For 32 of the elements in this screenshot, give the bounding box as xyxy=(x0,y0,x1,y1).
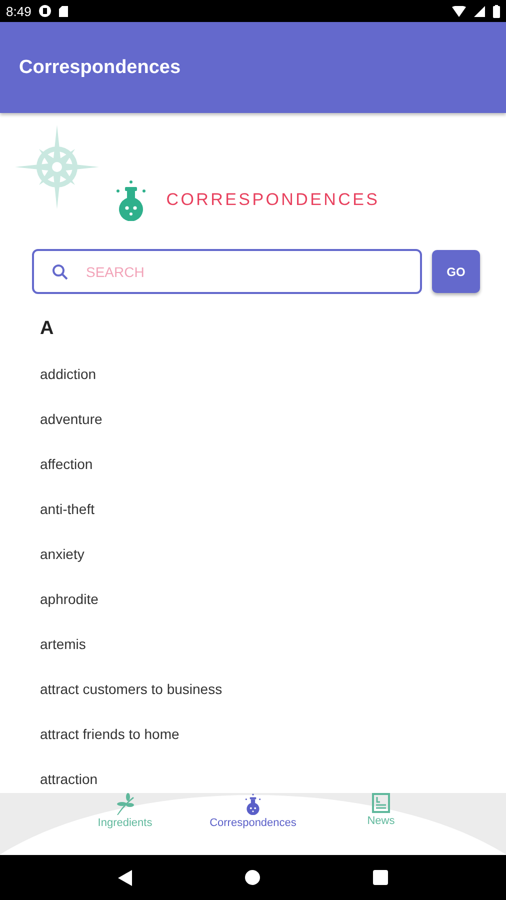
list-item[interactable]: aphrodite xyxy=(40,589,98,609)
list-item[interactable]: affection xyxy=(40,454,93,474)
wifi-icon xyxy=(452,6,466,16)
search-input[interactable]: SEARCH xyxy=(84,262,388,280)
signal-icon xyxy=(474,6,485,16)
sd-card-icon xyxy=(59,6,68,16)
list-item[interactable]: addiction xyxy=(40,364,96,384)
nav-tab[interactable]: Correspondences xyxy=(189,793,317,829)
list-item[interactable]: anxiety xyxy=(40,544,84,564)
compass-icon xyxy=(15,125,99,209)
battery-icon xyxy=(493,4,500,18)
flask-logo-icon xyxy=(114,179,148,221)
search-icon xyxy=(52,264,68,280)
list-item[interactable]: attract customers to business xyxy=(40,679,222,699)
list-item[interactable]: artemis xyxy=(40,634,86,654)
newspaper-icon xyxy=(372,793,390,813)
status-time: 8:49 xyxy=(6,4,32,18)
home-icon[interactable] xyxy=(244,870,260,885)
leaf-icon xyxy=(115,793,135,815)
recents-icon[interactable] xyxy=(372,870,388,885)
flask-icon xyxy=(244,793,262,815)
list-item[interactable]: anti-theft xyxy=(40,499,94,519)
list-item[interactable]: attract friends to home xyxy=(40,724,180,744)
search-bar[interactable]: SEARCH xyxy=(32,249,422,294)
list-item[interactable]: attraction xyxy=(40,769,98,789)
app-bar-title: Correspondences xyxy=(19,56,181,78)
section-letter: A xyxy=(40,318,55,340)
notification-icon xyxy=(39,5,52,17)
back-icon[interactable] xyxy=(118,870,132,886)
header-title: CORRESPONDENCES xyxy=(166,190,380,210)
list-item[interactable]: adventure xyxy=(40,409,102,429)
go-button[interactable]: GO xyxy=(432,250,480,293)
